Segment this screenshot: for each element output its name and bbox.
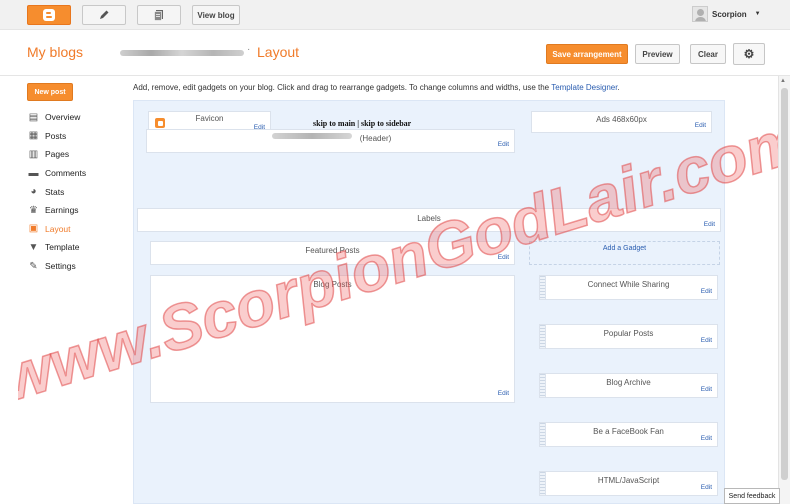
gadget-featured-posts[interactable]: Featured Posts Edit — [150, 241, 515, 265]
gadget-ads[interactable]: Ads 468x60px Edit — [531, 111, 712, 133]
sidebar-item-stats[interactable]: ◕ Stats — [28, 182, 118, 201]
page-title: Layout — [257, 44, 300, 60]
edit-link[interactable]: Edit — [498, 390, 509, 397]
page-scrollbar[interactable]: ▲ — [778, 76, 790, 504]
scroll-thumb[interactable] — [781, 88, 788, 480]
skip-links: skip to main | skip to sidebar — [313, 119, 412, 128]
gear-icon: ⚙ — [743, 47, 755, 61]
gadget-title: Blog Posts — [313, 280, 352, 289]
sidebar-item-label: Layout — [45, 223, 71, 234]
add-gadget-label: Add a Gadget — [602, 245, 647, 252]
template-designer-link[interactable]: Template Designer — [551, 83, 617, 92]
settings-gear-button[interactable]: ⚙ — [733, 43, 765, 65]
blogger-logo-button[interactable] — [27, 5, 71, 25]
gadget-blog-archive[interactable]: Blog Archive Edit — [539, 373, 718, 398]
gadget-title: Favicon — [195, 114, 224, 123]
gadget-title: Ads 468x60px — [596, 115, 647, 124]
sidebar-item-overview[interactable]: ▤ Overview — [28, 108, 118, 127]
scroll-up-icon[interactable]: ▲ — [780, 78, 786, 84]
template-icon: ▼ — [28, 241, 39, 253]
new-post-button[interactable]: New post — [27, 83, 73, 101]
gadget-blog-posts[interactable]: Blog Posts Edit — [150, 275, 515, 403]
add-gadget-link[interactable]: Add a Gadget — [529, 241, 720, 265]
layout-instructions: Add, remove, edit gadgets on your blog. … — [133, 83, 620, 92]
layout-icon: ▣ — [28, 223, 39, 235]
top-bar: View blog Scorpion ▼ — [0, 0, 790, 30]
instructions-text: Add, remove, edit gadgets on your blog. … — [133, 83, 552, 92]
breadcrumb-separator: · — [247, 44, 251, 55]
sidebar-item-pages[interactable]: ▥ Pages — [28, 145, 118, 164]
blogger-icon — [43, 9, 55, 21]
view-blog-button[interactable]: View blog — [192, 5, 240, 25]
avatar — [692, 6, 708, 22]
send-feedback-button[interactable]: Send feedback — [724, 488, 780, 504]
sidebar-item-posts[interactable]: ▦ Posts — [28, 127, 118, 146]
edit-link[interactable]: Edit — [498, 141, 509, 148]
instructions-suffix: . — [617, 83, 620, 92]
edit-link[interactable]: Edit — [701, 386, 712, 393]
pages-icon: ▥ — [28, 148, 39, 160]
gadget-title: Labels — [417, 214, 441, 223]
sidebar-item-template[interactable]: ▼ Template — [28, 238, 118, 257]
gadget-title: HTML/JavaScript — [597, 476, 660, 485]
gadget-connect-while-sharing[interactable]: Connect While Sharing Edit — [539, 275, 718, 300]
overview-icon: ▤ — [28, 111, 39, 123]
gadget-title: Be a FaceBook Fan — [593, 427, 664, 436]
edit-link[interactable]: Edit — [701, 288, 712, 295]
gadget-html-javascript[interactable]: HTML/JavaScript Edit — [539, 471, 718, 496]
page-header: My blogs · Layout Save arrangement Previ… — [0, 30, 790, 76]
comments-icon: ▬ — [28, 167, 39, 179]
my-blogs-link[interactable]: My blogs — [27, 44, 83, 60]
gadget-popular-posts[interactable]: Popular Posts Edit — [539, 324, 718, 349]
preview-button[interactable]: Preview — [635, 44, 680, 64]
header-blog-name-redacted — [272, 133, 352, 139]
sidebar-item-label: Overview — [45, 112, 81, 123]
sidebar-item-label: Pages — [45, 149, 70, 160]
chevron-down-icon: ▼ — [754, 11, 761, 17]
sidebar-item-label: Earnings — [45, 205, 79, 216]
posts-icon: ▦ — [28, 130, 39, 142]
sidebar-item-label: Posts — [45, 130, 67, 141]
documents-icon — [154, 10, 163, 21]
sidebar-item-earnings[interactable]: ♛ Earnings — [28, 201, 118, 220]
edit-link[interactable]: Edit — [701, 484, 712, 491]
gadget-labels[interactable]: Labels Edit — [137, 208, 721, 232]
posts-list-button[interactable] — [137, 5, 181, 25]
wrench-icon: ✎ — [29, 260, 38, 272]
sidebar-nav: ▤ Overview ▦ Posts ▥ Pages ▬ Comments ◕ … — [28, 108, 118, 275]
edit-link[interactable]: Edit — [704, 221, 715, 228]
sidebar-item-label: Template — [45, 242, 80, 253]
gadget-title: Blog Archive — [606, 378, 651, 387]
edit-link[interactable]: Edit — [701, 435, 712, 442]
edit-link[interactable]: Edit — [695, 122, 706, 129]
edit-link[interactable]: Edit — [701, 337, 712, 344]
user-name: Scorpion — [712, 9, 747, 19]
sidebar-item-comments[interactable]: ▬ Comments — [28, 164, 118, 183]
new-post-pencil-button[interactable] — [82, 5, 126, 25]
edit-link[interactable]: Edit — [498, 254, 509, 261]
gadget-facebook-fan[interactable]: Be a FaceBook Fan Edit — [539, 422, 718, 447]
save-arrangement-button[interactable]: Save arrangement — [546, 44, 628, 64]
earnings-icon: ♛ — [29, 204, 38, 216]
gadget-title: Featured Posts — [305, 246, 360, 255]
blog-name-redacted — [120, 50, 244, 56]
pencil-icon — [100, 10, 109, 19]
gadget-title: Popular Posts — [603, 329, 654, 338]
stats-icon: ◕ — [30, 186, 37, 198]
sidebar-item-settings[interactable]: ✎ Settings — [28, 257, 118, 276]
sidebar-item-label: Comments — [45, 168, 87, 179]
gadget-title: Connect While Sharing — [587, 280, 670, 289]
sidebar-item-layout[interactable]: ▣ Layout — [28, 220, 118, 239]
user-menu[interactable]: Scorpion ▼ — [692, 6, 761, 22]
sidebar-item-label: Settings — [45, 261, 76, 272]
clear-button[interactable]: Clear — [690, 44, 726, 64]
sidebar-item-label: Stats — [45, 186, 65, 197]
